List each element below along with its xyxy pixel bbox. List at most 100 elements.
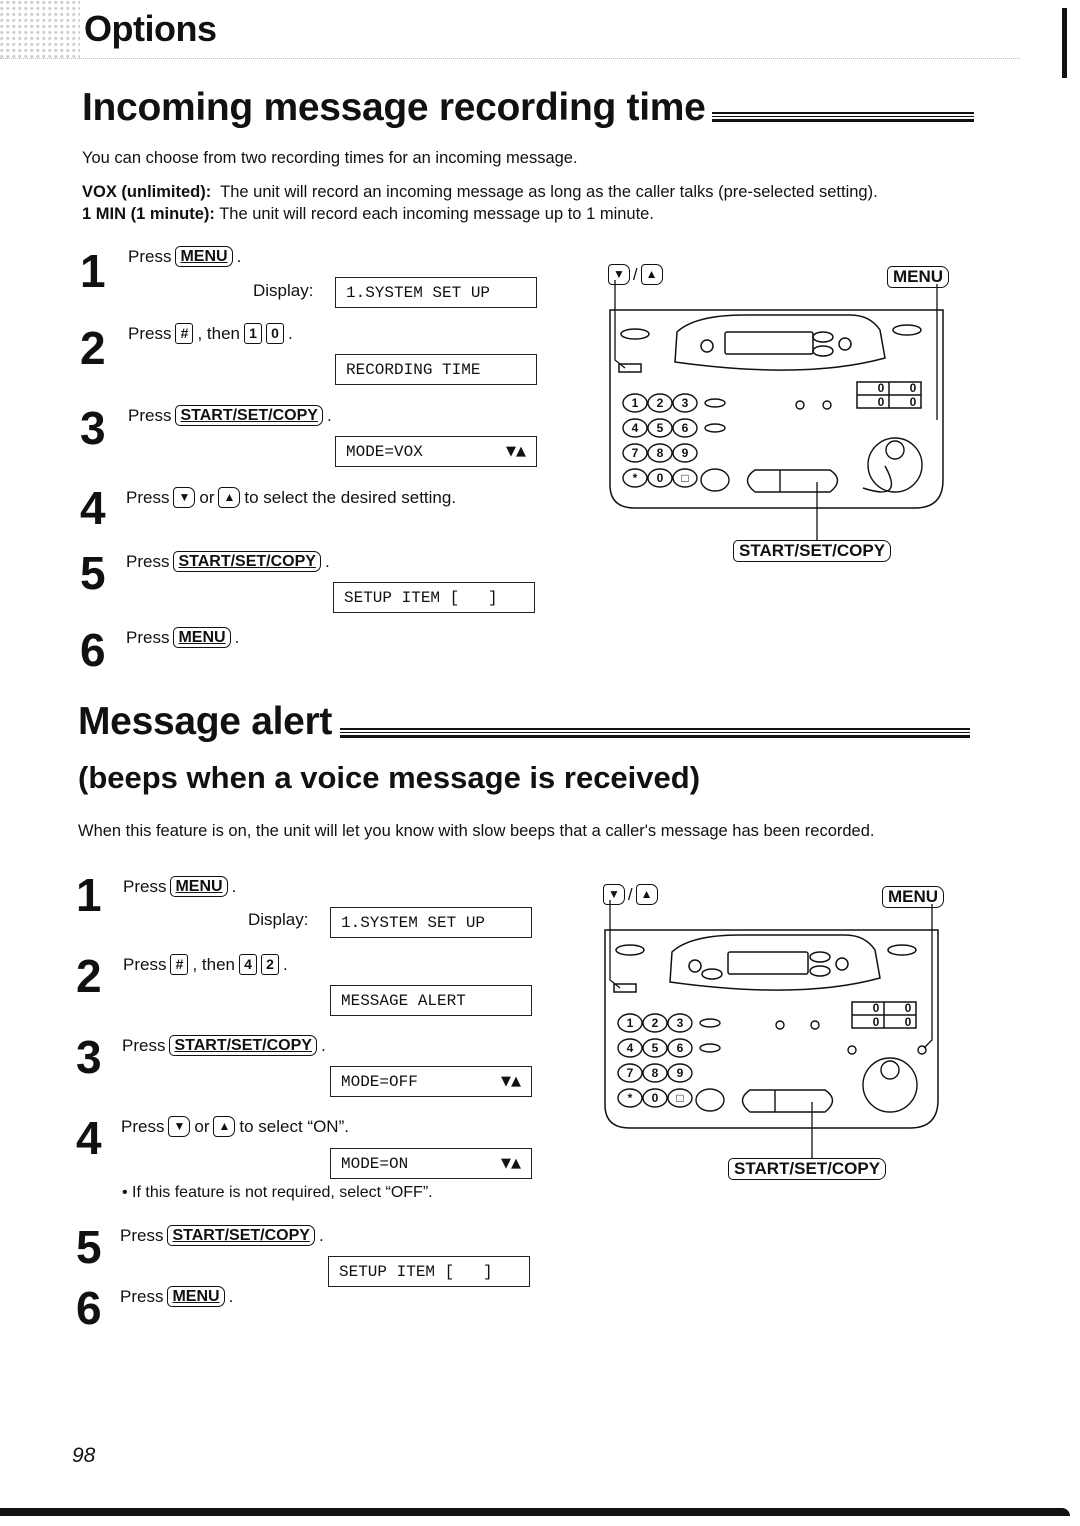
lcd-display: 1.SYSTEM SET UP	[330, 907, 532, 938]
svg-text:2: 2	[657, 396, 664, 410]
up-arrow-key[interactable]: ▲	[218, 487, 241, 508]
up-arrow-key[interactable]: ▲	[213, 1116, 236, 1137]
display-label: Display:	[253, 281, 314, 300]
step-number: 6	[80, 624, 106, 676]
step-instruction: Press START/SET/COPY.	[126, 551, 330, 572]
svg-text:3: 3	[677, 1016, 684, 1030]
lcd-display: SETUP ITEM [ ]	[328, 1256, 530, 1287]
step-instruction: Press START/SET/COPY.	[122, 1035, 326, 1056]
lcd-text: SETUP ITEM [ ]	[339, 1262, 493, 1281]
svg-text:2: 2	[652, 1016, 659, 1030]
digit-key[interactable]: 2	[261, 954, 280, 975]
step-text: , then	[192, 954, 236, 974]
lcd-text: 1.SYSTEM SET UP	[341, 913, 486, 932]
menu-callout-line	[923, 904, 933, 1049]
lcd-text: MODE=ON	[341, 1154, 409, 1173]
start-set-copy-key[interactable]: START/SET/COPY	[167, 1225, 315, 1246]
lcd-text: MODE=OFF	[341, 1072, 418, 1091]
edge-tab-marker	[1062, 8, 1067, 78]
step-instruction: Press MENU.	[120, 1286, 234, 1307]
step-number: 4	[76, 1112, 102, 1164]
lcd-text: MESSAGE ALERT	[341, 991, 466, 1010]
down-arrow-key[interactable]: ▼	[168, 1116, 191, 1137]
page-number: 98	[72, 1444, 96, 1467]
step-text: Press	[123, 954, 167, 974]
svg-text:7: 7	[627, 1066, 634, 1080]
svg-text:3: 3	[682, 396, 689, 410]
arrow-callout-line	[614, 280, 626, 369]
lcd-display: MODE=VOX ▼▲	[335, 436, 537, 467]
step-instruction: Press #, then 4 2.	[123, 954, 288, 975]
section-title-message-alert: Message alert	[78, 700, 333, 743]
svg-text:0: 0	[905, 1001, 912, 1015]
menu-key[interactable]: MENU	[170, 876, 228, 897]
svg-text:5: 5	[652, 1041, 659, 1055]
fax-device-illustration: 123 456 789 * 0 □ 0 00 0	[609, 280, 944, 540]
step-text: Press	[126, 487, 170, 507]
section-intro: You can choose from two recording times …	[82, 149, 578, 167]
hash-key[interactable]: #	[175, 323, 194, 344]
menu-key[interactable]: MENU	[173, 627, 231, 648]
svg-text:8: 8	[657, 446, 664, 460]
bottom-rule	[0, 1508, 1070, 1516]
svg-text:0: 0	[878, 381, 885, 395]
svg-text:9: 9	[677, 1066, 684, 1080]
digit-key[interactable]: 0	[266, 323, 285, 344]
menu-key[interactable]: MENU	[167, 1286, 225, 1307]
step-instruction: Press #, then 1 0.	[128, 323, 293, 344]
start-set-copy-key[interactable]: START/SET/COPY	[169, 1035, 317, 1056]
down-arrow-key[interactable]: ▼	[173, 487, 196, 508]
step-instruction: Press START/SET/COPY.	[128, 405, 332, 426]
step-text: Press	[128, 246, 172, 266]
menu-key[interactable]: MENU	[175, 246, 233, 267]
digit-key[interactable]: 1	[244, 323, 263, 344]
step-text: Press	[120, 1286, 164, 1306]
digit-key[interactable]: 4	[239, 954, 258, 975]
lcd-text: RECORDING TIME	[346, 360, 481, 379]
lcd-display: MESSAGE ALERT	[330, 985, 532, 1016]
svg-text:7: 7	[632, 446, 639, 460]
lcd-arrows-icon: ▼▲	[501, 1156, 521, 1171]
option-text: The unit will record each incoming messa…	[219, 205, 654, 223]
svg-text:0: 0	[873, 1015, 880, 1029]
step-instruction: Press MENU.	[123, 876, 237, 897]
step-number: 1	[76, 869, 102, 921]
step-text: to select the desired setting.	[244, 487, 457, 507]
start-set-copy-key[interactable]: START/SET/COPY	[173, 551, 321, 572]
section-title-recording-time: Incoming message recording time	[82, 86, 706, 129]
svg-text:□: □	[676, 1091, 683, 1105]
step-text: or	[199, 487, 215, 507]
step-text: Press	[126, 551, 170, 571]
step-number: 5	[80, 547, 106, 599]
step-text: or	[194, 1116, 210, 1136]
step-text: Press	[126, 627, 170, 647]
lcd-text: MODE=VOX	[346, 442, 423, 461]
step-instruction: Press START/SET/COPY.	[120, 1225, 324, 1246]
step-number: 2	[76, 950, 102, 1002]
option-text: The unit will record an incoming message…	[220, 183, 878, 201]
step-instruction: Press ▼ or ▲ to select “ON”.	[121, 1116, 349, 1137]
chapter-title: Options	[84, 8, 217, 49]
header-speckle-decoration	[0, 0, 80, 60]
lcd-arrows-icon: ▼▲	[501, 1074, 521, 1089]
step-text: Press	[122, 1035, 166, 1055]
fax-device-illustration: 123 456 789 * 0 □ 0 00 0	[604, 900, 939, 1158]
step-text: Press	[120, 1225, 164, 1245]
step-text: , then	[197, 323, 241, 343]
lcd-display: MODE=OFF ▼▲	[330, 1066, 532, 1097]
option-label: 1 MIN (1 minute):	[82, 205, 215, 223]
hash-key[interactable]: #	[170, 954, 189, 975]
svg-text:5: 5	[657, 421, 664, 435]
step-text: to select “ON”.	[239, 1116, 349, 1136]
step-number: 2	[80, 322, 106, 374]
lcd-display: 1.SYSTEM SET UP	[335, 277, 537, 308]
option-vox: VOX (unlimited): The unit will record an…	[82, 183, 878, 202]
lcd-text: SETUP ITEM [ ]	[344, 588, 498, 607]
device-lcd	[727, 951, 809, 975]
display-panel	[674, 314, 886, 371]
start-set-copy-key[interactable]: START/SET/COPY	[175, 405, 323, 426]
display-label: Display:	[248, 910, 309, 929]
title-rule	[340, 728, 970, 738]
step-note: • If this feature is not required, selec…	[122, 1184, 433, 1201]
svg-text:4: 4	[632, 421, 639, 435]
